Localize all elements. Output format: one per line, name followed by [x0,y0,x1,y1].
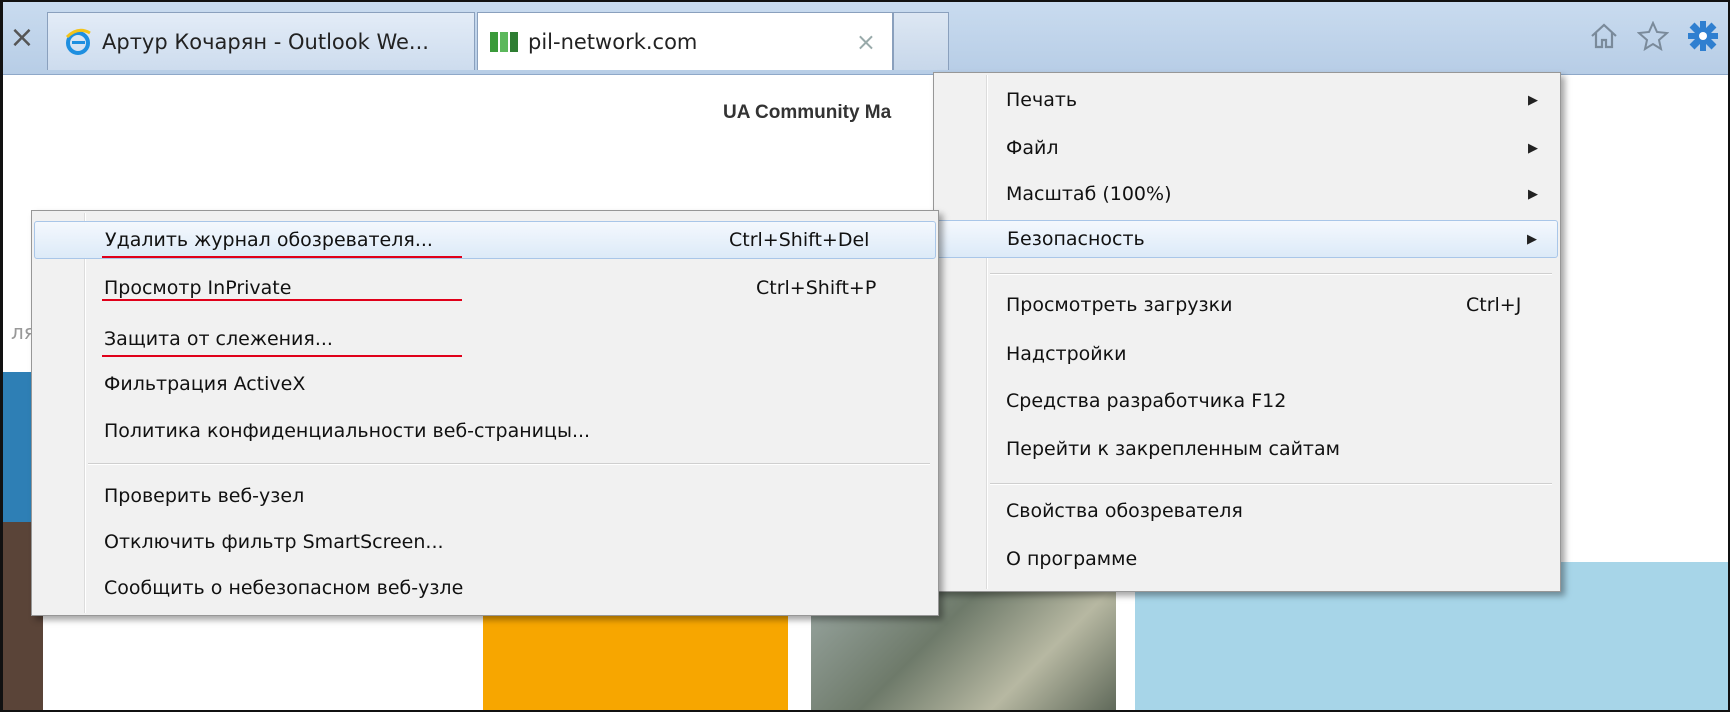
menu-item-label: Перейти к закрепленным сайтам [1006,438,1340,460]
menu-item-safety[interactable]: Безопасность ▶ [936,220,1558,258]
tab-bar: × Артур Кочарян - Outlook We... pil-netw… [3,2,1728,75]
submenu-arrow-icon: ▶ [1528,140,1538,156]
menu-item-zoom[interactable]: Масштаб (100%) ▶ [936,175,1558,213]
menu-item-label: Печать [1006,89,1078,111]
menu-item-label: Файл [1006,137,1059,159]
menu-item-tracking-protection[interactable]: Защита от слежения... [34,320,936,358]
menu-item-label: Фильтрация ActiveX [104,373,306,395]
menu-item-label: Масштаб (100%) [1006,183,1172,205]
menu-item-view-downloads[interactable]: Просмотреть загрузки Ctrl+J [936,286,1558,324]
menu-item-label: Отключить фильтр SmartScreen... [104,531,444,553]
menu-item-label: Безопасность [1007,228,1145,250]
submenu-arrow-icon: ▶ [1528,186,1538,202]
gear-icon[interactable] [1687,20,1719,59]
ie-icon [64,28,92,56]
menu-item-label: Просмотреть загрузки [1006,294,1233,316]
menu-item-report-unsafe[interactable]: Сообщить о небезопасном веб-узле [34,569,936,607]
menu-item-addons[interactable]: Надстройки [936,335,1558,373]
menu-item-check-website[interactable]: Проверить веб-узел [34,477,936,515]
menu-item-label: Надстройки [1006,343,1127,365]
page-header-text: UA Community Ma [723,102,892,123]
menu-item-label: Защита от слежения... [104,328,333,350]
menu-separator [990,273,1552,275]
annotation-underline [102,256,462,258]
menu-item-label: Сообщить о небезопасном веб-узле [104,577,464,599]
home-icon[interactable] [1589,21,1619,58]
menu-item-label: Средства разработчика F12 [1006,390,1287,412]
annotation-underline [102,355,462,357]
menu-item-print[interactable]: Печать ▶ [936,81,1558,119]
menu-item-shortcut: Ctrl+Shift+P [756,277,877,299]
menu-item-smartscreen[interactable]: Отключить фильтр SmartScreen... [34,523,936,561]
menu-item-pinned-sites[interactable]: Перейти к закрепленным сайтам [936,430,1558,468]
new-tab-button[interactable] [893,12,949,70]
menu-item-dev-tools[interactable]: Средства разработчика F12 [936,382,1558,420]
menu-item-delete-history[interactable]: Удалить журнал обозревателя... Ctrl+Shif… [34,221,936,259]
site-favicon-icon [490,30,518,54]
page-banner-orange [483,612,788,710]
tab-title-pil-network: pil-network.com [528,29,698,54]
menu-item-label: Проверить веб-узел [104,485,305,507]
tab-outlook[interactable]: Артур Кочарян - Outlook We... [47,12,475,70]
command-icons [1589,20,1719,59]
menu-item-inprivate[interactable]: Просмотр InPrivate Ctrl+Shift+P [34,269,936,307]
menu-item-shortcut: Ctrl+J [1466,294,1522,316]
menu-item-about[interactable]: О программе [936,540,1558,578]
safety-submenu: Удалить журнал обозревателя... Ctrl+Shif… [31,210,939,616]
submenu-arrow-icon: ▶ [1527,231,1537,247]
close-icon[interactable]: × [3,10,41,66]
menu-item-privacy-policy[interactable]: Политика конфиденциальности веб-страницы… [34,412,936,450]
menu-item-label: Просмотр InPrivate [104,277,292,299]
tab-close-icon[interactable]: × [856,28,876,56]
submenu-arrow-icon: ▶ [1528,92,1538,108]
tools-menu: Печать ▶ Файл ▶ Масштаб (100%) ▶ Безопас… [933,72,1561,592]
menu-separator [88,463,930,465]
menu-item-shortcut: Ctrl+Shift+Del [729,229,870,251]
menu-item-file[interactable]: Файл ▶ [936,129,1558,167]
menu-separator [990,483,1552,485]
menu-item-activex-filtering[interactable]: Фильтрация ActiveX [34,365,936,403]
tab-pil-network[interactable]: pil-network.com × [477,12,893,70]
star-icon[interactable] [1636,20,1670,58]
menu-item-label: Политика конфиденциальности веб-страницы… [104,420,591,442]
tab-title-outlook: Артур Кочарян - Outlook We... [102,29,429,54]
menu-item-label: О программе [1006,548,1138,570]
annotation-underline [102,299,462,301]
browser-window: × Артур Кочарян - Outlook We... pil-netw… [0,0,1730,712]
menu-item-internet-options[interactable]: Свойства обозревателя [936,492,1558,530]
menu-item-label: Удалить журнал обозревателя... [105,229,433,251]
menu-item-label: Свойства обозревателя [1006,500,1243,522]
